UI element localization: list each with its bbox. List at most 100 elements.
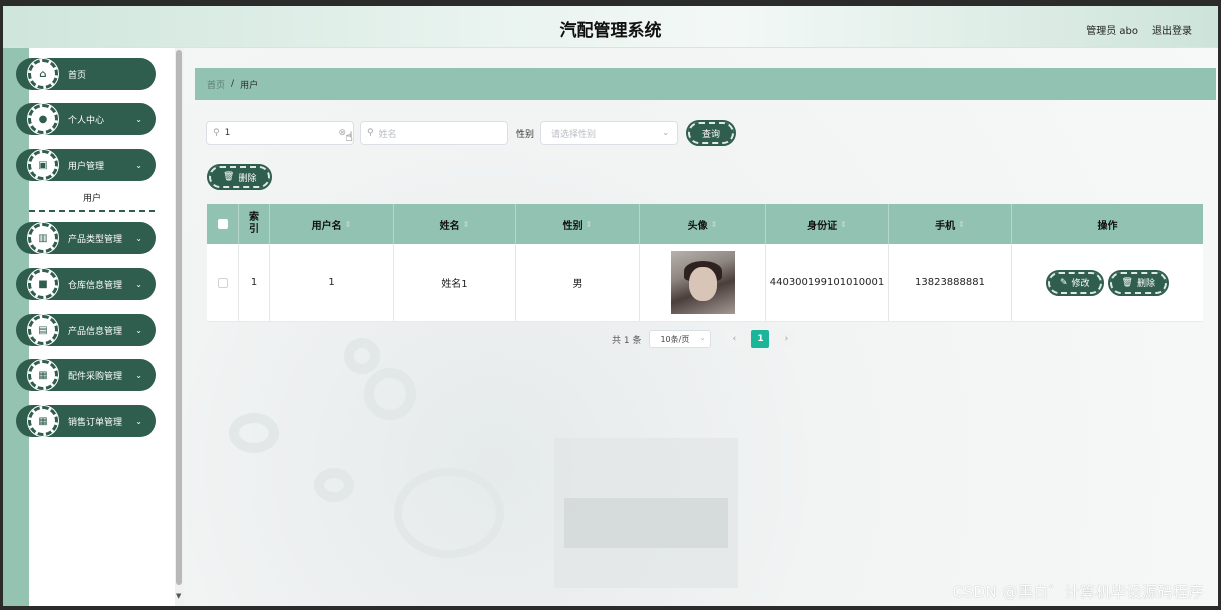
header-id-card-label: 身份证	[807, 220, 838, 232]
chevron-down-icon: ⌄	[699, 334, 706, 342]
header-username-label: 用户名	[311, 220, 342, 232]
select-all-cell	[207, 204, 239, 244]
avatar-face	[688, 267, 717, 301]
trash-icon: 🗑	[1121, 277, 1133, 288]
header-index: 索 引	[239, 204, 270, 244]
sort-icon[interactable]: ⇕	[345, 220, 352, 229]
sort-icon[interactable]: ⇕	[840, 220, 847, 229]
cell-index: 1	[239, 244, 270, 321]
background-decoration	[229, 413, 279, 453]
users-table: 索 引 用户名 ⇕ 姓名 ⇕ 性别 ⇕ 头像 ⇕ 身份证 ⇕ 手机 ⇕ 操作 1 1 姓名1…	[207, 204, 1203, 322]
app-window: 汽配管理系统 管理员 abo 退出登录 ⌂ 首页 ● 个人中心 ⌄ ▣ 用户管理…	[3, 6, 1218, 606]
sidebar-item-label: 配件采购管理	[68, 371, 123, 382]
cell-username: 1	[270, 244, 394, 321]
trash-icon: 🗑	[223, 172, 235, 182]
header-phone[interactable]: 手机 ⇕	[889, 204, 1012, 244]
sidebar-item-label: 产品信息管理	[68, 326, 123, 337]
sidebar-item-product-type[interactable]: ▥ 产品类型管理 ⌄	[16, 222, 156, 254]
chevron-down-icon: ⌄	[135, 114, 142, 124]
background-decoration	[564, 498, 728, 548]
header-id-card[interactable]: 身份证 ⇕	[766, 204, 889, 244]
sort-icon[interactable]: ⇕	[958, 220, 965, 229]
background-decoration	[344, 338, 380, 374]
grid-icon: ▦	[27, 359, 59, 391]
prev-page-button[interactable]: ‹	[725, 330, 744, 348]
name-search-placeholder: 姓名	[378, 129, 397, 140]
page-size-value: 10条/页	[660, 334, 690, 344]
header-name[interactable]: 姓名 ⇕	[394, 204, 516, 244]
cell-name: 姓名1	[394, 244, 516, 321]
page-size-select[interactable]: 10条/页 ⌄	[649, 330, 712, 348]
batch-delete-label: 删除	[238, 173, 257, 184]
sort-icon[interactable]: ⇕	[463, 220, 470, 229]
name-search-input[interactable]: ⚲ 姓名	[360, 121, 508, 145]
username-search-input[interactable]: ⚲ 1 ⊗ ☝	[206, 121, 354, 145]
edit-button[interactable]: ✎ 修改	[1046, 269, 1104, 296]
sidebar: ⌂ 首页 ● 个人中心 ⌄ ▣ 用户管理 ⌄ 用户 ▥ 产品类型管理 ⌄ ■ 仓…	[16, 48, 175, 606]
background-decoration	[314, 468, 354, 502]
current-user-label: 管理员 abo	[1086, 26, 1138, 37]
mouse-cursor-icon: ☝	[345, 130, 353, 145]
header-user-area: 管理员 abo 退出登录	[1086, 22, 1192, 37]
sidebar-item-personal-center[interactable]: ● 个人中心 ⌄	[16, 103, 156, 135]
sidebar-item-parts-purchase[interactable]: ▦ 配件采购管理 ⌄	[16, 359, 156, 391]
toolbar: 🗑 删除	[206, 164, 273, 190]
query-button-label: 查询	[702, 129, 721, 140]
sort-icon[interactable]: ⇕	[711, 220, 718, 229]
table-row: 1 1 姓名1 男 440300199101010001 13823888881…	[207, 244, 1203, 322]
sidebar-item-label: 首页	[68, 70, 87, 81]
query-button[interactable]: 查询	[686, 120, 737, 146]
cell-id-card: 440300199101010001	[766, 244, 889, 321]
chart-icon: ▥	[27, 222, 59, 254]
page-1-button[interactable]: 1	[751, 330, 770, 348]
grid-icon: ▦	[27, 405, 59, 437]
sidebar-item-product-info[interactable]: ▤ 产品信息管理 ⌄	[16, 314, 156, 346]
batch-delete-button[interactable]: 🗑 删除	[206, 164, 273, 190]
cell-phone: 13823888881	[889, 244, 1012, 321]
avatar[interactable]	[670, 251, 735, 314]
pagination: 共 1 条 10条/页 ⌄ ‹ 1 ›	[612, 330, 796, 348]
header-name-label: 姓名	[439, 220, 460, 232]
sidebar-item-label: 个人中心	[68, 115, 105, 126]
sort-icon[interactable]: ⇕	[586, 220, 593, 229]
sidebar-item-sales-orders[interactable]: ▦ 销售订单管理 ⌄	[16, 405, 156, 437]
watermark: CSDN @黑白゛计算机毕设源码程序	[952, 583, 1204, 601]
logout-link[interactable]: 退出登录	[1152, 22, 1192, 37]
top-header: 汽配管理系统 管理员 abo 退出登录	[3, 6, 1218, 48]
chevron-down-icon: ⌄	[135, 279, 142, 289]
row-select-cell	[207, 244, 239, 321]
home-icon: ⌂	[27, 58, 59, 90]
pagination-total: 共 1 条	[612, 335, 642, 346]
background-decoration	[394, 468, 504, 558]
gender-select-placeholder: 请选择性别	[551, 129, 597, 140]
scroll-down-icon[interactable]: ▼	[176, 592, 181, 600]
header-username[interactable]: 用户名 ⇕	[270, 204, 394, 244]
sidebar-item-home[interactable]: ⌂ 首页	[16, 58, 156, 90]
header-phone-label: 手机	[935, 220, 956, 232]
select-all-checkbox[interactable]	[217, 219, 228, 229]
table-header: 索 引 用户名 ⇕ 姓名 ⇕ 性别 ⇕ 头像 ⇕ 身份证 ⇕ 手机 ⇕ 操作	[207, 204, 1203, 244]
chevron-down-icon: ⌄	[135, 370, 142, 380]
sidebar-item-user-management[interactable]: ▣ 用户管理 ⌄	[16, 149, 156, 181]
breadcrumb-separator: /	[231, 79, 235, 89]
cell-avatar	[640, 244, 766, 321]
header-avatar[interactable]: 头像 ⇕	[640, 204, 766, 244]
chevron-down-icon: ⌄	[662, 128, 670, 137]
next-page-button[interactable]: ›	[777, 330, 796, 348]
chevron-down-icon: ⌄	[135, 416, 142, 426]
breadcrumb-home[interactable]: 首页	[207, 78, 225, 91]
sidebar-item-warehouse[interactable]: ■ 仓库信息管理 ⌄	[16, 268, 156, 300]
chevron-down-icon: ⌄	[135, 233, 142, 243]
header-gender[interactable]: 性别 ⇕	[516, 204, 640, 244]
sidebar-scrollbar-thumb[interactable]	[176, 50, 182, 585]
gender-select[interactable]: 请选择性别 ⌄	[540, 121, 679, 145]
delete-button[interactable]: 🗑 删除	[1107, 269, 1170, 296]
background-decoration	[554, 438, 738, 588]
main-content: 首页 / 用户 ⚲ 1 ⊗ ☝ ⚲ 姓名 性别 请选择性别 ⌄ 查询 🗑 删除 …	[184, 48, 1218, 606]
delete-button-label: 删除	[1136, 279, 1155, 289]
box-icon: ▤	[27, 314, 59, 346]
row-checkbox[interactable]	[217, 277, 228, 288]
username-search-value: 1	[224, 128, 231, 138]
submenu-item-users[interactable]: 用户	[29, 188, 155, 212]
app-title: 汽配管理系统	[559, 21, 662, 41]
